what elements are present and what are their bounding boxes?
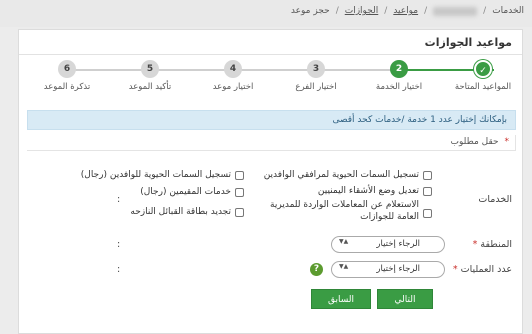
operations-colon: : bbox=[117, 264, 121, 275]
select-arrows-icon: ▲▼ bbox=[339, 263, 349, 270]
required-star: * bbox=[452, 264, 458, 275]
option-label: تسجيل السمات الحيوية للوافدين (رجال) bbox=[80, 170, 231, 180]
service-option-companions-biometrics[interactable]: تسجيل السمات الحيوية لمرافقي الوافدين bbox=[264, 170, 432, 180]
region-label: المنطقة * bbox=[473, 239, 512, 250]
step-select-branch: 3 اختيار الفرع bbox=[276, 60, 356, 92]
booking-card: مواعيد الجوازات ✓ المواعيد المتاحة 2 اخت… bbox=[18, 29, 523, 334]
step-number: 2 bbox=[390, 60, 408, 78]
help-icon[interactable]: ? bbox=[310, 263, 323, 276]
step-label: تذكرة الموعد bbox=[43, 82, 91, 92]
breadcrumb-item-book-appointment: حجز موعد bbox=[290, 6, 330, 16]
checkbox[interactable] bbox=[235, 207, 244, 217]
region-label-text: المنطقة bbox=[480, 239, 512, 250]
step-confirm-appointment: 5 تأكيد الموعد bbox=[110, 60, 190, 92]
service-option-residents-services[interactable]: خدمات المقيمين (رجال) bbox=[140, 187, 244, 197]
title-divider bbox=[19, 54, 522, 55]
option-label: تجديد بطاقة القبائل النازحه bbox=[130, 207, 231, 217]
progress-stepper: ✓ المواعيد المتاحة 2 اختيار الخدمة 3 اخت… bbox=[19, 60, 524, 106]
breadcrumb-separator: / bbox=[384, 6, 388, 16]
step-label: تأكيد الموعد bbox=[128, 82, 172, 92]
breadcrumb-item-services[interactable]: الخدمات bbox=[492, 6, 524, 16]
service-option-tribe-card-renewal[interactable]: تجديد بطاقة القبائل النازحه bbox=[130, 207, 244, 217]
previous-button[interactable]: السابق bbox=[311, 289, 371, 309]
service-option-yemeni-status[interactable]: تعديل وضع الأشقاء اليمنيين bbox=[318, 186, 432, 196]
next-button[interactable]: التالي bbox=[377, 289, 433, 309]
info-alert: بإمكانك إختيار عدد 1 خدمة /خدمات كحد أقص… bbox=[27, 110, 516, 130]
required-star: * bbox=[472, 239, 478, 250]
option-label: تسجيل السمات الحيوية لمرافقي الوافدين bbox=[263, 170, 419, 180]
step-number: 3 bbox=[307, 60, 325, 78]
step-label: المواعيد المتاحة bbox=[454, 82, 512, 92]
step-available-appointments: ✓ المواعيد المتاحة bbox=[443, 60, 523, 92]
option-label: الاستعلام عن المعاملات الواردة للمديرية … bbox=[270, 200, 419, 222]
select-arrows-icon: ▲▼ bbox=[339, 238, 349, 245]
services-colon: : bbox=[117, 194, 121, 205]
step-label: اختيار الخدمة bbox=[375, 82, 423, 92]
service-option-residents-biometrics[interactable]: تسجيل السمات الحيوية للوافدين (رجال) bbox=[81, 170, 244, 180]
breadcrumb: الخدمات / / مواعيد / الجوازات / حجز موعد bbox=[291, 6, 524, 16]
operations-label-text: عدد العمليات bbox=[460, 264, 512, 275]
step-number: 6 bbox=[58, 60, 76, 78]
region-select-value: الرجاء إختيار bbox=[376, 239, 420, 249]
region-colon: : bbox=[117, 239, 121, 250]
operations-label: عدد العمليات * bbox=[453, 264, 512, 275]
checkbox[interactable] bbox=[423, 209, 432, 218]
step-select-appointment: 4 اختيار موعد bbox=[193, 60, 273, 92]
breadcrumb-separator: / bbox=[424, 6, 428, 16]
checkbox[interactable] bbox=[235, 187, 244, 197]
required-note-text: حقل مطلوب bbox=[450, 137, 499, 147]
service-option-transaction-inquiry[interactable]: الاستعلام عن المعاملات الواردة للمديرية … bbox=[247, 199, 432, 223]
breadcrumb-item-appointments[interactable]: مواعيد bbox=[393, 6, 418, 16]
breadcrumb-separator: / bbox=[335, 6, 339, 16]
step-appointment-ticket: 6 تذكرة الموعد bbox=[27, 60, 107, 92]
breadcrumb-separator: / bbox=[483, 6, 487, 16]
required-star: * bbox=[504, 137, 510, 147]
checkbox[interactable] bbox=[423, 186, 432, 196]
option-label: خدمات المقيمين (رجال) bbox=[140, 187, 231, 197]
checkbox[interactable] bbox=[235, 170, 244, 180]
required-field-note: * حقل مطلوب bbox=[27, 135, 516, 151]
breadcrumb-blurred-item bbox=[433, 6, 478, 16]
operations-select-value: الرجاء إختيار bbox=[376, 264, 420, 274]
step-label: اختيار الفرع bbox=[295, 82, 337, 92]
checkbox[interactable] bbox=[423, 170, 432, 180]
operations-select[interactable]: الرجاء إختيار ▲▼ bbox=[331, 261, 445, 278]
breadcrumb-item-passports[interactable]: الجوازات bbox=[345, 6, 379, 16]
region-select[interactable]: الرجاء إختيار ▲▼ bbox=[331, 236, 445, 253]
step-number: 4 bbox=[224, 60, 242, 78]
step-select-service: 2 اختيار الخدمة bbox=[359, 60, 439, 92]
step-label: اختيار موعد bbox=[212, 82, 254, 92]
step-number: 5 bbox=[141, 60, 159, 78]
check-icon: ✓ bbox=[474, 60, 492, 78]
option-label: تعديل وضع الأشقاء اليمنيين bbox=[317, 186, 419, 196]
services-label: الخدمات bbox=[478, 194, 512, 205]
top-bar: الخدمات / / مواعيد / الجوازات / حجز موعد bbox=[0, 0, 532, 27]
page-title: مواعيد الجوازات bbox=[424, 36, 512, 49]
